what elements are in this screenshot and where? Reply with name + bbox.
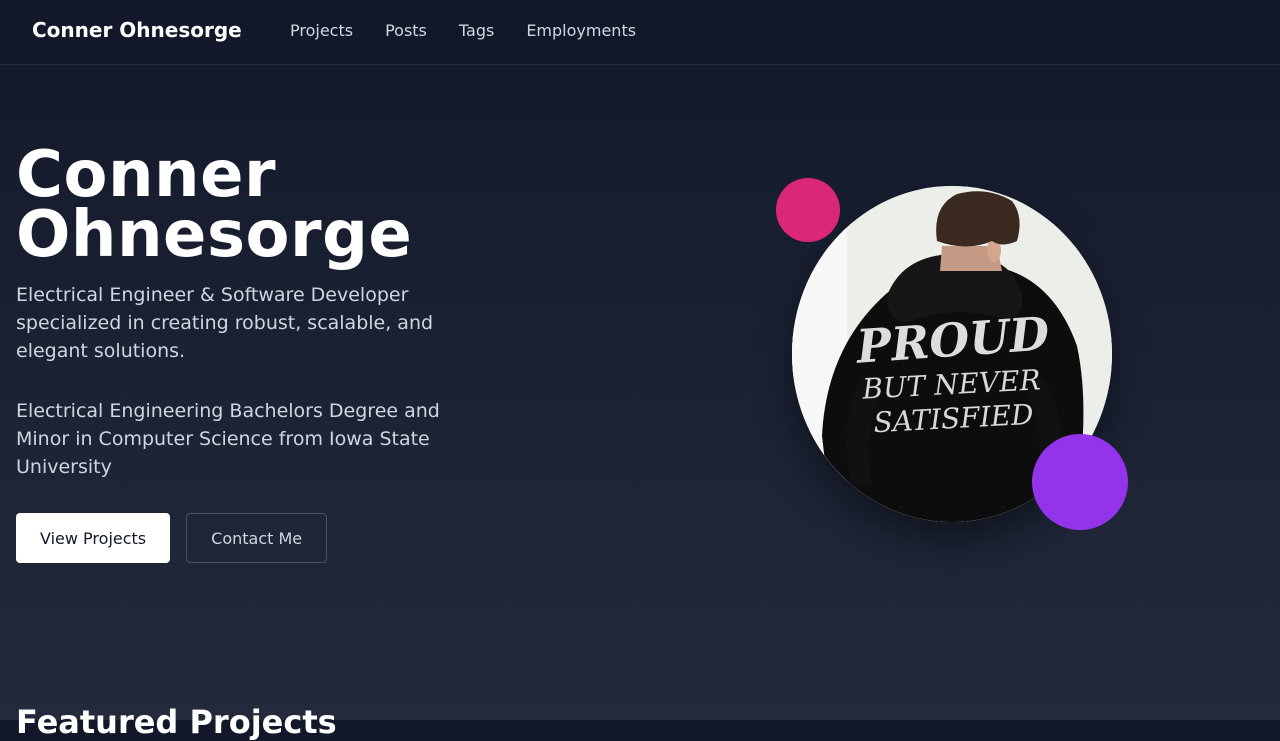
nav-link-posts[interactable]: Posts bbox=[369, 20, 443, 42]
nav-link-tags[interactable]: Tags bbox=[443, 20, 510, 42]
hero-title-last: Ohnesorge bbox=[16, 198, 413, 272]
decorative-pink-circle bbox=[776, 178, 840, 242]
hero-education: Electrical Engineering Bachelors Degree … bbox=[16, 400, 440, 478]
hero-title: Conner Ohnesorge bbox=[16, 143, 486, 267]
contact-me-button[interactable]: Contact Me bbox=[186, 513, 328, 563]
brand-link[interactable]: Conner Ohnesorge bbox=[32, 18, 242, 42]
hero-subtitle: Electrical Engineer & Software Developer… bbox=[16, 284, 434, 362]
top-navbar: Conner Ohnesorge Projects Posts Tags Emp… bbox=[0, 0, 1280, 65]
hero-section: Conner Ohnesorge Electrical Engineer & S… bbox=[16, 143, 486, 481]
nav-link-employments[interactable]: Employments bbox=[510, 20, 652, 42]
decorative-purple-circle bbox=[1032, 434, 1128, 530]
nav-link-projects[interactable]: Projects bbox=[274, 20, 369, 42]
view-projects-button[interactable]: View Projects bbox=[16, 513, 171, 563]
hero-buttons: View Projects Contact Me bbox=[16, 513, 328, 563]
featured-projects-heading: Featured Projects bbox=[16, 703, 337, 741]
nav-links: Projects Posts Tags Employments bbox=[274, 20, 652, 42]
